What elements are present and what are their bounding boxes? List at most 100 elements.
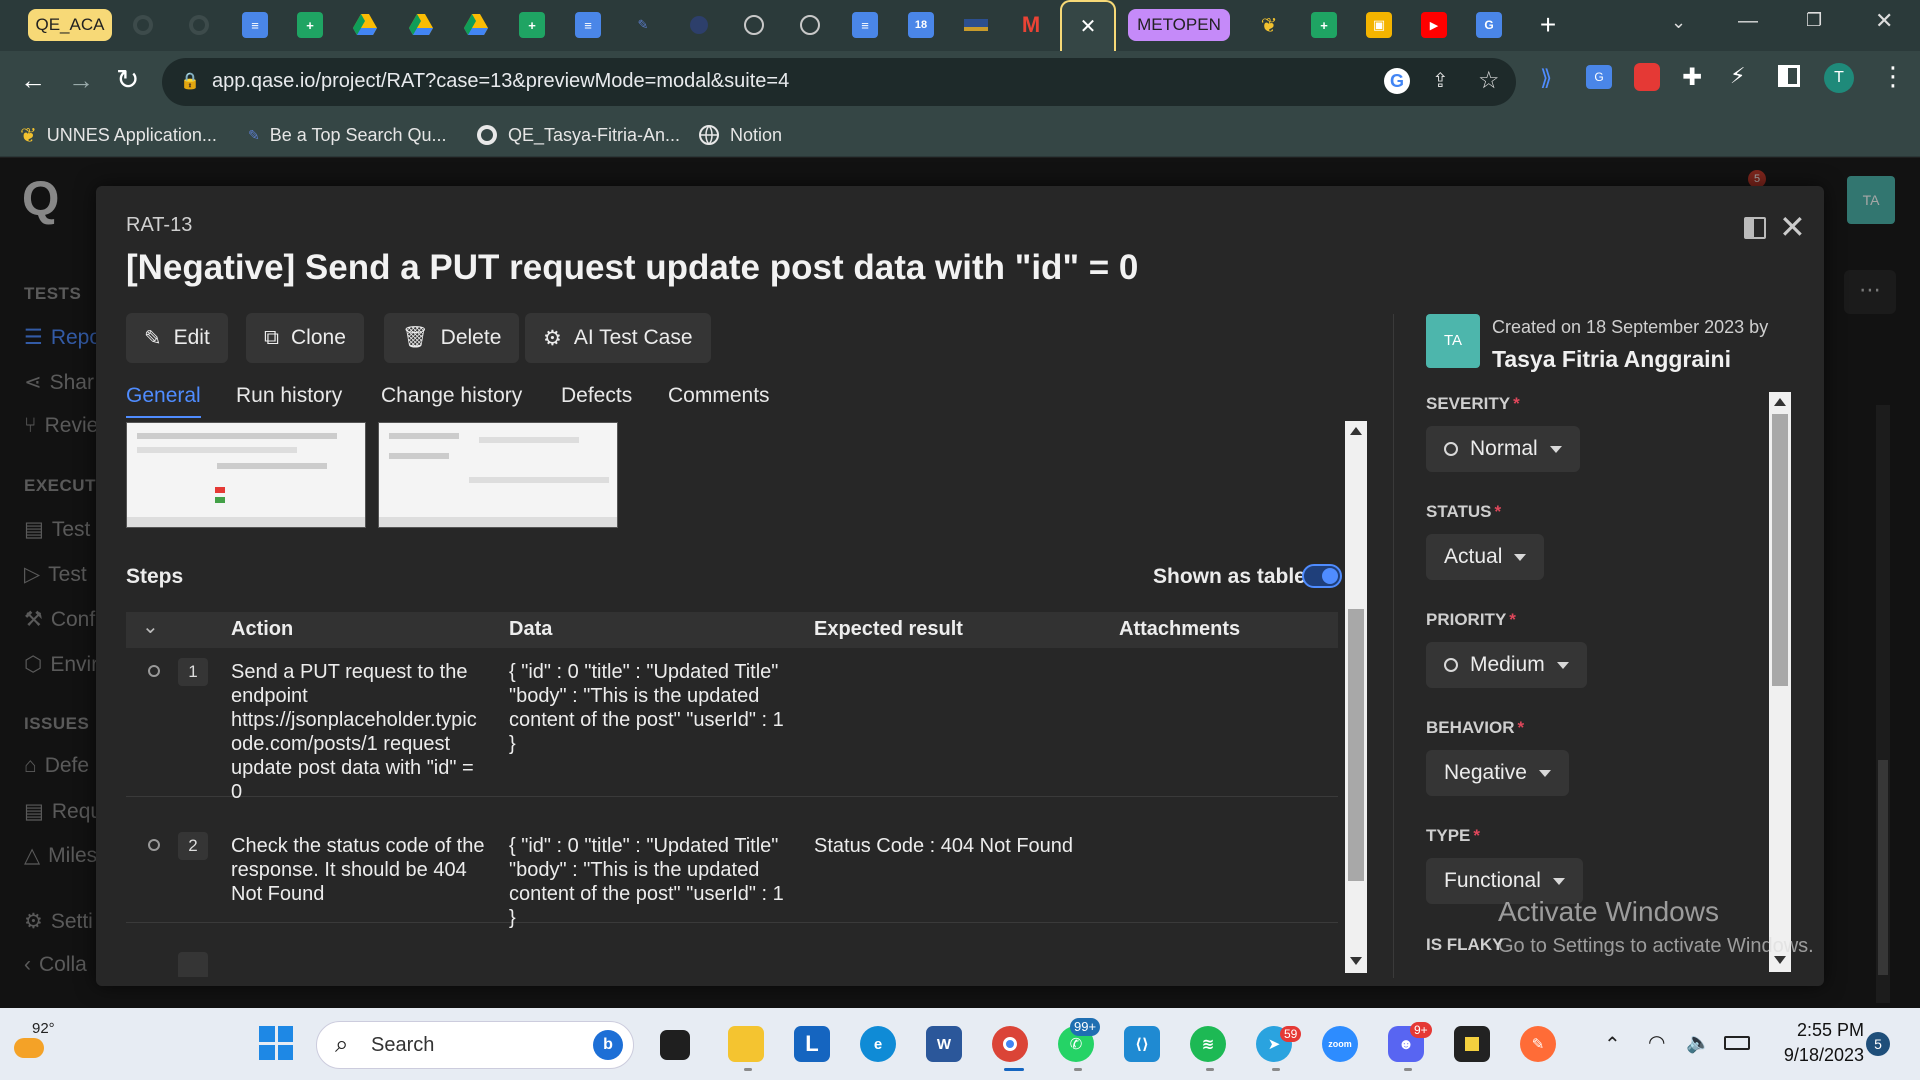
weather-widget[interactable]: 92° (14, 1018, 58, 1064)
sheets-tab-icon[interactable]: + (1311, 12, 1337, 38)
bookmark-notion[interactable]: Notion (698, 123, 782, 147)
shown-as-table-toggle[interactable] (1302, 564, 1342, 588)
postman-icon[interactable]: ✎ (1520, 1026, 1556, 1062)
close-tab-icon[interactable]: ✕ (1080, 14, 1097, 39)
priority-select[interactable]: Medium (1426, 642, 1587, 688)
adblock-icon[interactable] (1634, 63, 1660, 91)
lens-app-icon[interactable]: L (794, 1026, 830, 1062)
chrome-icon[interactable] (992, 1026, 1028, 1062)
tray-chevron-icon[interactable]: ⌃ (1604, 1032, 1621, 1057)
puzzle-icon[interactable]: ✚ (1682, 63, 1702, 92)
taskbar-search[interactable]: ⌕ Search b (316, 1021, 634, 1069)
unnes-tab-icon[interactable]: ❦ (1256, 12, 1282, 38)
globe-tab-icon[interactable] (741, 12, 767, 38)
drive-tab-icon[interactable] (352, 12, 378, 38)
github-tab-icon[interactable] (186, 12, 212, 38)
notification-count-badge[interactable]: 5 (1866, 1032, 1890, 1056)
tab-search-icon[interactable]: ⌄ (1671, 12, 1686, 33)
zoom-icon[interactable]: zoom (1322, 1026, 1358, 1062)
word-icon[interactable]: W (926, 1026, 962, 1062)
slides-tab-icon[interactable]: ▣ (1366, 12, 1392, 38)
clock-date[interactable]: 9/18/2023 (1760, 1045, 1864, 1066)
docs-tab-icon[interactable]: ≡ (575, 12, 601, 38)
scroll-up-icon[interactable] (1774, 398, 1786, 406)
spotify-icon[interactable]: ≋ (1190, 1026, 1226, 1062)
volume-icon[interactable]: 🔈 (1686, 1030, 1711, 1055)
github-tab-icon[interactable] (130, 12, 156, 38)
forward-icon[interactable]: → (68, 65, 94, 96)
calendar-tab-icon[interactable]: 18 (908, 12, 934, 38)
bookmark-unnes[interactable]: ❦ UNNES Application... (20, 123, 217, 147)
tab-defects[interactable]: Defects (561, 384, 632, 408)
new-tab-icon[interactable]: + (1535, 9, 1561, 40)
attachment-thumbnail[interactable] (378, 422, 618, 528)
google-icon[interactable]: G (1384, 68, 1410, 94)
site-tab-icon[interactable] (963, 12, 989, 38)
bookmark-github[interactable]: QE_Tasya-Fitria-An... (476, 123, 680, 147)
drive-tab-icon[interactable] (463, 12, 489, 38)
docs-tab-icon[interactable]: ≡ (242, 12, 268, 38)
clone-button[interactable]: ⧉ Clone (246, 313, 364, 363)
translate-ext-icon[interactable]: G (1586, 65, 1612, 89)
ai-test-case-button[interactable]: ⚙ AI Test Case (525, 313, 711, 363)
status-select[interactable]: Actual (1426, 534, 1545, 580)
tab-group-qe-aca[interactable]: QE_ACA (28, 9, 112, 41)
vscode-icon[interactable]: ⟨⟩ (1124, 1026, 1160, 1062)
sticky-notes-icon[interactable] (1454, 1026, 1490, 1062)
site-tab-icon[interactable] (686, 12, 712, 38)
sidepanel-icon[interactable] (1778, 65, 1800, 87)
tab-run-history[interactable]: Run history (236, 384, 342, 408)
url-text[interactable]: app.qase.io/project/RAT?case=13&previewM… (212, 70, 789, 93)
clock-time[interactable]: 2:55 PM (1770, 1020, 1864, 1041)
profile-avatar[interactable]: T (1824, 63, 1854, 93)
menu-kebab-icon[interactable]: ⋮ (1880, 61, 1906, 92)
share-icon[interactable]: ⇪ (1432, 68, 1449, 93)
step-radio[interactable] (148, 839, 160, 851)
file-explorer-icon[interactable] (728, 1026, 764, 1062)
drive-tab-icon[interactable] (408, 12, 434, 38)
globe-tab-icon[interactable] (797, 12, 823, 38)
docs-tab-icon[interactable]: ≡ (852, 12, 878, 38)
panel-scrollbar[interactable] (1769, 392, 1791, 972)
reload-icon[interactable]: ↻ (116, 63, 139, 96)
gmail-tab-icon[interactable]: M (1018, 12, 1044, 38)
step-radio[interactable] (148, 665, 160, 677)
close-modal-icon[interactable]: ✕ (1779, 208, 1806, 246)
toggle-panel-icon[interactable] (1744, 217, 1766, 239)
battery-icon[interactable] (1724, 1036, 1750, 1050)
sheets-tab-icon[interactable]: + (519, 12, 545, 38)
delete-button[interactable]: 🗑 Delete (384, 313, 520, 363)
task-view-icon[interactable] (660, 1030, 690, 1060)
performance-icon[interactable]: ⚡ (1730, 63, 1745, 89)
edge-icon[interactable]: e (860, 1026, 896, 1062)
severity-select[interactable]: Normal (1426, 426, 1580, 472)
tab-group-metopen[interactable]: METOPEN (1128, 9, 1230, 41)
minimize-icon[interactable]: — (1738, 10, 1758, 33)
content-scrollbar[interactable] (1345, 421, 1367, 973)
back-icon[interactable]: ← (20, 65, 46, 96)
youtube-tab-icon[interactable]: ▶ (1421, 12, 1447, 38)
extension-icon[interactable]: ⟫ (1540, 65, 1552, 91)
sheets-tab-icon[interactable]: + (297, 12, 323, 38)
tab-change-history[interactable]: Change history (381, 384, 522, 408)
close-window-icon[interactable]: ✕ (1875, 8, 1893, 34)
tab-general[interactable]: General (126, 384, 201, 418)
content-scrollbar-thumb[interactable] (1348, 609, 1364, 881)
site-tab-icon[interactable]: ✎ (630, 12, 656, 38)
behavior-select[interactable]: Negative (1426, 750, 1569, 796)
wifi-icon[interactable]: ◠ (1648, 1030, 1665, 1055)
bookmark-star-icon[interactable]: ☆ (1478, 66, 1500, 95)
scroll-up-icon[interactable] (1350, 427, 1362, 435)
address-bar[interactable]: 🔒 app.qase.io/project/RAT?case=13&previe… (162, 58, 1516, 106)
translate-tab-icon[interactable]: G (1476, 12, 1502, 38)
edit-button[interactable]: ✎ Edit (126, 313, 228, 363)
collapse-all-icon[interactable]: ⌄ (142, 614, 159, 639)
start-icon[interactable] (259, 1026, 293, 1060)
tab-comments[interactable]: Comments (668, 384, 770, 408)
restore-icon[interactable]: ❐ (1806, 10, 1822, 31)
bookmark-search-quality[interactable]: ✎ Be a Top Search Qu... (248, 123, 447, 147)
scroll-down-icon[interactable] (1350, 957, 1362, 965)
panel-scrollbar-thumb[interactable] (1772, 414, 1788, 686)
active-tab[interactable]: ✕ (1060, 0, 1116, 51)
attachment-thumbnail[interactable] (126, 422, 366, 528)
